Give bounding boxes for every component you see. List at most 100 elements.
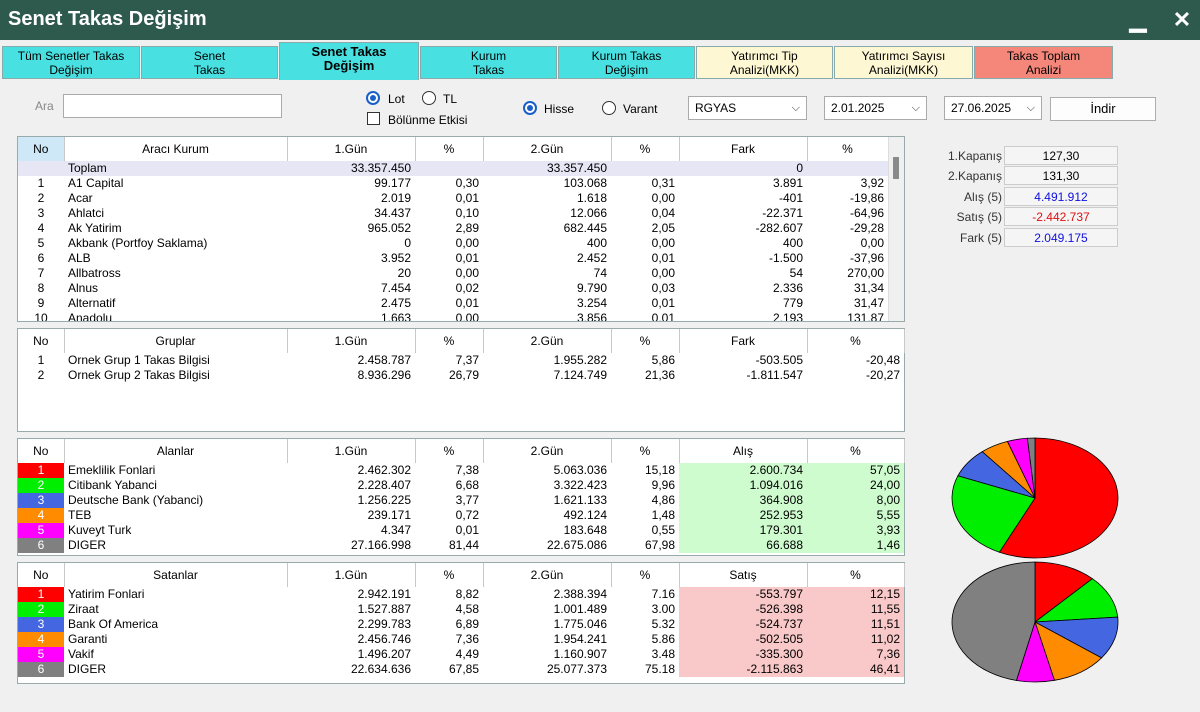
hisse-radio[interactable]: [523, 101, 537, 115]
scrollbar-thumb[interactable]: [893, 157, 899, 179]
tab-senet-takas[interactable]: Senet Takas: [141, 46, 278, 79]
row-no-color-box: 3: [18, 493, 64, 508]
row-pct-fark: 3,92: [860, 176, 884, 190]
tl-radio[interactable]: [422, 91, 436, 105]
col-pct2[interactable]: %: [611, 439, 680, 463]
symbol-select[interactable]: RGYAS ⌵: [688, 96, 807, 120]
table-row[interactable]: 1 Yatirim Fonlari 2.942.191 8,82 2.388.394 7.…: [18, 587, 904, 602]
col-araci-kurum[interactable]: Aracı Kurum: [64, 137, 288, 161]
col-no[interactable]: No: [18, 439, 65, 463]
col-pct1[interactable]: %: [415, 439, 484, 463]
table-row[interactable]: 4 TEB 239.171 0,72 492.124 1,48 252.953 5,55: [18, 508, 904, 523]
col-no[interactable]: No: [18, 329, 65, 353]
row-gun2: 22.675.086: [546, 538, 607, 552]
row-pct-amount: 8,00: [807, 493, 904, 508]
tab-kurum-takas-degisim[interactable]: Kurum Takas Değişim: [558, 46, 695, 79]
table-row[interactable]: 10 Anadolu 1.663 0,00 3.856 0,01 2.193 131,87: [18, 311, 888, 321]
scrollbar[interactable]: [888, 137, 904, 321]
col-gun1[interactable]: 1.Gün: [287, 329, 416, 353]
col-gruplar[interactable]: Gruplar: [64, 329, 288, 353]
minimize-icon[interactable]: ▁: [1124, 6, 1152, 34]
table-row[interactable]: 3 Ahlatci 34.437 0,10 12.066 0,04 -22.371 -64,9…: [18, 206, 888, 221]
col-pct-fark[interactable]: %: [807, 137, 889, 161]
col-pct1[interactable]: %: [415, 329, 484, 353]
row-gun2: 682.445: [563, 221, 607, 235]
table-row[interactable]: 3 Bank Of America 2.299.783 6,89 1.775.046 5.…: [18, 617, 904, 632]
close-icon[interactable]: ✕: [1168, 6, 1196, 34]
table-row[interactable]: 2 Acar 2.019 0,01 1.618 0,00 -401 -19,86: [18, 191, 888, 206]
tab-yatirimci-tip-analizi[interactable]: Yatırımcı Tip Analizi(MKK): [696, 46, 833, 79]
tab-yatirimci-sayisi-analizi[interactable]: Yatırımcı Sayısı Analizi(MKK): [834, 46, 973, 79]
tab-kurum-takas[interactable]: Kurum Takas: [420, 46, 557, 79]
table-row[interactable]: 4 Garanti 2.456.746 7,36 1.954.241 5.86 -502.5…: [18, 632, 904, 647]
row-amount: -2.115.863: [679, 662, 807, 677]
table-row[interactable]: 6 DIGER 22.634.636 67,85 25.077.373 75.18 -2.1…: [18, 662, 904, 677]
col-satanlar[interactable]: Satanlar: [64, 563, 288, 587]
row-name: DIGER: [68, 662, 107, 676]
col-alanlar[interactable]: Alanlar: [64, 439, 288, 463]
col-gun1[interactable]: 1.Gün: [287, 439, 416, 463]
varant-radio[interactable]: [602, 101, 616, 115]
table-row[interactable]: 6 DIGER 27.166.998 81,44 22.675.086 67,98 66.6…: [18, 538, 904, 553]
col-pct2[interactable]: %: [611, 563, 680, 587]
col-satis[interactable]: Satış: [679, 563, 808, 587]
table-row[interactable]: 2 Ornek Grup 2 Takas Bilgisi 8.936.296 26,7…: [18, 368, 904, 383]
table-row[interactable]: 1 A1 Capital 99.177 0,30 103.068 0,31 3.891 3,9…: [18, 176, 888, 191]
col-pct1[interactable]: %: [415, 137, 484, 161]
date2-picker[interactable]: 27.06.2025 ⌵: [944, 96, 1042, 120]
date1-picker[interactable]: 2.01.2025 ⌵: [824, 96, 927, 120]
col-pct1[interactable]: %: [415, 563, 484, 587]
table-row[interactable]: 3 Deutsche Bank (Yabanci) 1.256.225 3,77 1.6…: [18, 493, 904, 508]
table-row[interactable]: 8 Alnus 7.454 0,02 9.790 0,03 2.336 31,34: [18, 281, 888, 296]
search-input[interactable]: [63, 94, 282, 118]
table-row[interactable]: 7 Allbatross 20 0,00 74 0,00 54 270,00: [18, 266, 888, 281]
total-row[interactable]: Toplam 33.357.450 33.357.450 0: [18, 161, 888, 176]
summary-row: Satış (5) -2.442.737: [918, 207, 1118, 227]
table-row[interactable]: 4 Ak Yatirim 965.052 2,89 682.445 2,05 -282.60…: [18, 221, 888, 236]
row-amount: -553.797: [679, 587, 807, 602]
row-no-color-box: 4: [18, 632, 64, 647]
col-gun2[interactable]: 2.Gün: [483, 563, 612, 587]
table-row[interactable]: 1 Ornek Grup 1 Takas Bilgisi 2.458.787 7,37…: [18, 353, 904, 368]
table-row[interactable]: 5 Kuveyt Turk 4.347 0,01 183.648 0,55 179.301 3…: [18, 523, 904, 538]
table-row[interactable]: 5 Vakif 1.496.207 4,49 1.160.907 3.48 -335.300…: [18, 647, 904, 662]
col-fark[interactable]: Fark: [679, 329, 808, 353]
col-alis[interactable]: Alış: [679, 439, 808, 463]
col-pct-fark[interactable]: %: [807, 329, 905, 353]
tab-takas-toplam-analizi[interactable]: Takas Toplam Analizi: [974, 46, 1113, 79]
col-pct-satis[interactable]: %: [807, 563, 905, 587]
sellers-pie: [951, 561, 1119, 683]
col-gun2[interactable]: 2.Gün: [483, 329, 612, 353]
col-gun1[interactable]: 1.Gün: [287, 137, 416, 161]
col-fark[interactable]: Fark: [679, 137, 808, 161]
col-gun1[interactable]: 1.Gün: [287, 563, 416, 587]
summary-value: 2.049.175: [1004, 228, 1118, 247]
row-gun2: 2.388.394: [553, 587, 607, 601]
table-row[interactable]: 2 Citibank Yabanci 2.228.407 6,68 3.322.423 9…: [18, 478, 904, 493]
table-row[interactable]: 1 Emeklilik Fonlari 2.462.302 7,38 5.063.036…: [18, 463, 904, 478]
bolunme-etkisi-checkbox[interactable]: [367, 112, 380, 125]
col-gun2[interactable]: 2.Gün: [483, 137, 612, 161]
row-name: Alnus: [68, 281, 99, 295]
buyers-pie: [951, 437, 1119, 559]
download-button[interactable]: İndir: [1050, 97, 1156, 121]
table-row[interactable]: 5 Akbank (Portfoy Saklama) 0 0,00 400 0,00 400…: [18, 236, 888, 251]
table-row[interactable]: 9 Alternatif 2.475 0,01 3.254 0,01 779 31,47: [18, 296, 888, 311]
tab-senet-takas-degisim[interactable]: Senet Takas Değişim: [279, 42, 419, 80]
table-row[interactable]: 6 ALB 3.952 0,01 2.452 0,01 -1.500 -37,96: [18, 251, 888, 266]
col-gun2[interactable]: 2.Gün: [483, 439, 612, 463]
col-no[interactable]: No: [18, 563, 65, 587]
col-pct2[interactable]: %: [611, 329, 680, 353]
row-gun2: 9.790: [576, 281, 607, 295]
row-gun1: 4.347: [380, 523, 411, 537]
col-pct-alis[interactable]: %: [807, 439, 905, 463]
row-gun1: 99.177: [374, 176, 411, 190]
lot-radio[interactable]: [366, 91, 380, 105]
col-no[interactable]: No: [18, 137, 65, 161]
tab-tum-senetler-takas-degisim[interactable]: Tüm Senetler Takas Değişim: [2, 46, 140, 79]
row-amount: 2.600.734: [679, 463, 807, 478]
sellers-table-panel: No Satanlar 1.Gün % 2.Gün % Satış % 1 Yat…: [17, 562, 905, 684]
col-pct2[interactable]: %: [611, 137, 680, 161]
row-gun2: 1.775.046: [553, 617, 607, 631]
table-row[interactable]: 2 Ziraat 1.527.887 4,58 1.001.489 3.00 -526.39…: [18, 602, 904, 617]
